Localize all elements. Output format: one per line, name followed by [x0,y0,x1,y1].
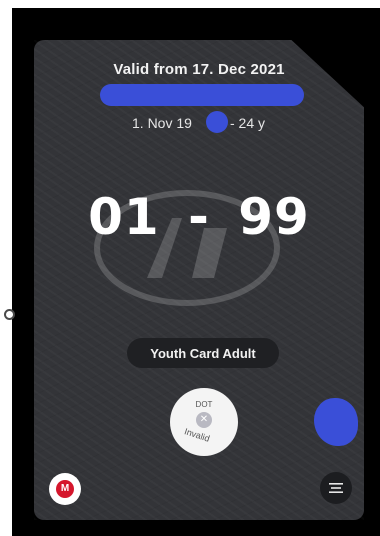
birth-date-text: 1. Nov 19 [132,115,192,131]
operator-logo-button[interactable]: M [49,473,81,505]
age-text: - 24 y [230,115,266,131]
valid-from-text: Valid from 17. Dec 2021 [113,61,285,78]
redacted-name [100,84,304,106]
zones-range: 01 - 99 [88,188,310,246]
stamp-status-text: Invalid [183,426,211,444]
redacted-photo [314,398,358,446]
menu-icon [329,483,343,493]
side-handle[interactable] [4,309,15,320]
ticket-type-badge: Youth Card Adult [127,338,279,368]
redacted-birth-year [206,111,228,133]
menu-button[interactable] [320,472,352,504]
stamp-top-text: DOT [195,400,213,409]
ticket-card: Valid from 17. Dec 2021 1. Nov 19 - 24 y… [34,40,364,520]
invalid-x-icon: ✕ [196,412,212,428]
operator-logo-icon: M [56,480,74,498]
validation-stamp: DOT ✕ Invalid [170,388,238,456]
